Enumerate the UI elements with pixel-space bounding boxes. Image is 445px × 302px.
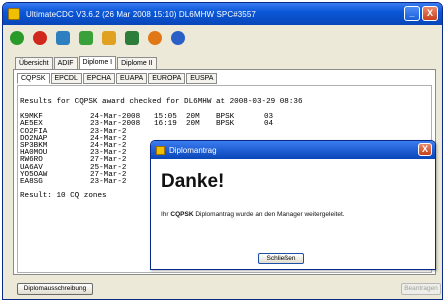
- message-post: Diplomantrag wurde an den Manager weiter…: [195, 211, 345, 218]
- record-icon: [10, 31, 24, 45]
- result-mode: BPSK: [216, 120, 235, 129]
- monitor-icon: [125, 31, 139, 45]
- dialog-close-action-button[interactable]: Schließen: [258, 253, 304, 264]
- tab-diplome-1[interactable]: Diplome I: [78, 56, 117, 69]
- tab-adif[interactable]: ADIF: [53, 57, 78, 69]
- apply-button: Beantragen: [401, 283, 441, 295]
- result-band: [186, 129, 216, 136]
- diploma-request-button[interactable]: Diplomausschreibung: [17, 283, 93, 295]
- message-award: CQPSK: [170, 211, 194, 218]
- tab-cqpsk[interactable]: CQPSK: [17, 73, 50, 84]
- book-icon: [102, 31, 116, 45]
- toolbar-button-3[interactable]: [76, 28, 96, 48]
- diplomantrag-dialog: Diplomantrag X Danke! Ihr CQPSK Diploman…: [150, 140, 436, 270]
- close-button[interactable]: X: [422, 6, 438, 21]
- stop-icon: [33, 31, 47, 45]
- result-row: AE5EX 23-Mar-2008 16:19 20M BPSK 04: [20, 120, 431, 129]
- dialog-message: Ihr CQPSK Diplomantrag wurde an den Mana…: [161, 209, 411, 220]
- main-tabs: Übersicht ADIF Diplome I Diplome II: [15, 56, 157, 69]
- result-mode: [216, 129, 264, 136]
- toolbar-button-7[interactable]: [168, 28, 188, 48]
- title-bar[interactable]: UltimateCDC V3.6.2 (26 Mar 2008 15:10) D…: [3, 3, 442, 25]
- result-call: EA8SG: [20, 177, 43, 186]
- toolbar-button-1[interactable]: [30, 28, 50, 48]
- tab-uebersicht[interactable]: Übersicht: [15, 57, 53, 69]
- app-icon: [8, 8, 20, 20]
- toolbar-button-4[interactable]: [99, 28, 119, 48]
- dialog-title: Diplomantrag: [169, 145, 217, 155]
- toolbar-button-0[interactable]: [7, 28, 27, 48]
- message-pre: Ihr: [161, 211, 169, 218]
- toolbar-button-5[interactable]: [122, 28, 142, 48]
- tab-euspa[interactable]: EUSPA: [186, 73, 218, 84]
- result-time: 16:19: [154, 120, 177, 129]
- dialog-title-bar[interactable]: Diplomantrag X: [151, 141, 435, 159]
- result-zone: [264, 129, 284, 136]
- dialog-close-button[interactable]: X: [418, 143, 432, 156]
- toolbar-button-6[interactable]: [145, 28, 165, 48]
- tab-diplome-2[interactable]: Diplome II: [117, 57, 157, 69]
- window-title: UltimateCDC V3.6.2 (26 Mar 2008 15:10) D…: [26, 9, 256, 19]
- result-band: 20M: [186, 120, 200, 129]
- tab-euapa[interactable]: EUAPA: [115, 73, 148, 84]
- result-row: CO2FIA 23-Mar-2: [20, 128, 431, 136]
- result-time: [154, 129, 186, 136]
- dialog-body: Danke! Ihr CQPSK Diplomantrag wurde an d…: [154, 159, 432, 267]
- result-date: 23-Mar-2: [90, 177, 127, 186]
- result-zone: 04: [264, 120, 274, 129]
- globe-orange-icon: [148, 31, 162, 45]
- users-icon: [56, 31, 70, 45]
- toolbar: [3, 25, 442, 51]
- award-tabs: CQPSK EPCDL EPCHA EUAPA EUROPA EUSPA: [17, 73, 218, 84]
- tab-europa[interactable]: EUROPA: [148, 73, 186, 84]
- dialog-heading: Danke!: [161, 171, 225, 192]
- globe-blue-icon: [171, 31, 185, 45]
- dialog-app-icon: [156, 145, 165, 155]
- minimize-button[interactable]: _: [404, 6, 420, 21]
- tab-epcha[interactable]: EPCHA: [82, 73, 115, 84]
- tab-epcdl[interactable]: EPCDL: [50, 73, 82, 84]
- network-icon: [79, 31, 93, 45]
- toolbar-button-2[interactable]: [53, 28, 73, 48]
- results-header: Results for CQPSK award checked for DL6M…: [20, 98, 303, 106]
